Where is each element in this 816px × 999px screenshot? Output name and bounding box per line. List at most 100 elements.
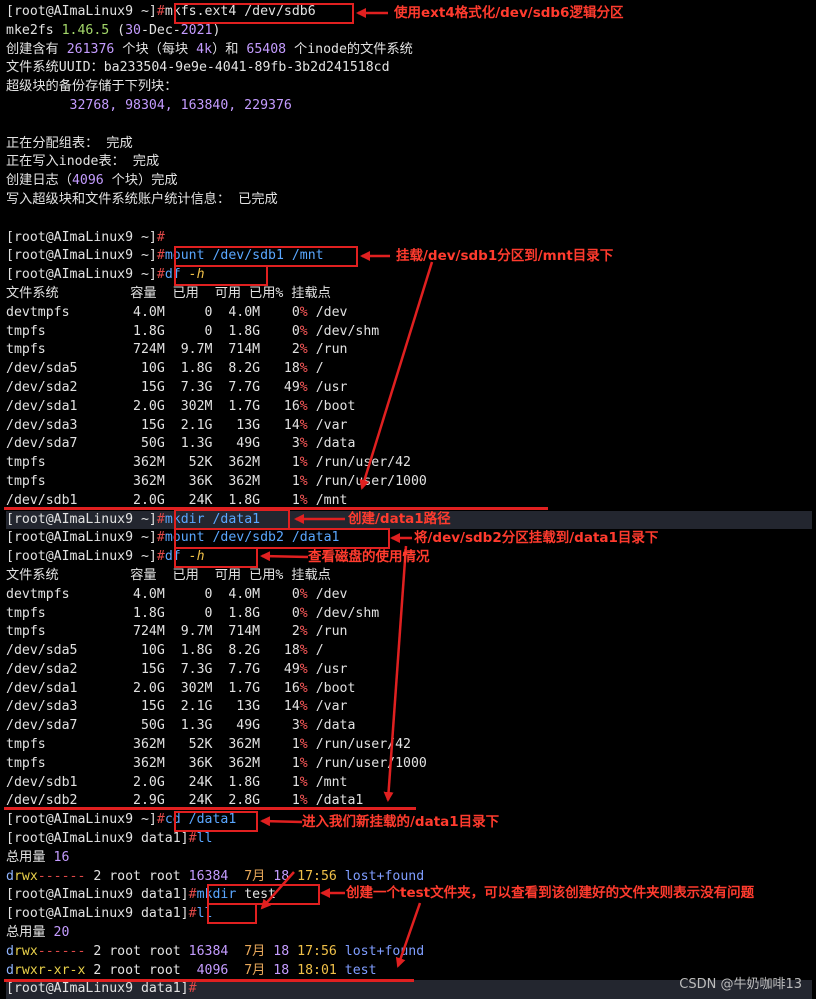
prompt-hash: # <box>188 887 197 903</box>
df-filesystem: tmpfs <box>6 455 134 471</box>
df-mountpoint: /dev/shm <box>315 323 380 339</box>
df-avail: 1.8G <box>212 492 261 508</box>
df-used: 1.8G <box>164 361 213 377</box>
percent-sign: % <box>299 304 308 320</box>
annotation-mkdir-test: 创建一个test文件夹，可以查看到该创建好的文件夹则表示没有问题 <box>346 885 755 901</box>
shell-prompt: [root@AImaLinux9 ~] <box>6 248 157 264</box>
percent-sign: % <box>299 586 308 602</box>
df-avail: 4.0M <box>212 586 261 602</box>
text-segment: 65408 <box>246 41 287 57</box>
terminal-output[interactable]: [root@AImaLinux9 ~]#mkfs.ext4 /dev/sdb6 m… <box>6 3 812 999</box>
percent-sign: % <box>299 455 308 471</box>
df-filesystem: /dev/sda3 <box>6 699 134 715</box>
prompt-line: [root@AImaLinux9 data1]#ll <box>6 905 812 924</box>
shell-prompt: [root@AImaLinux9 ~] <box>6 4 157 19</box>
df-filesystem: /dev/sda5 <box>6 361 134 377</box>
perm-type: d <box>6 868 14 884</box>
perm-type: d <box>6 962 14 978</box>
text-segment: 20 <box>53 925 70 941</box>
df-used: 0 <box>164 304 213 320</box>
percent-sign: % <box>299 661 308 677</box>
df-use-percent: 0 <box>260 586 300 602</box>
text-segment: 总用量 <box>6 925 54 941</box>
percent-sign: % <box>299 718 308 734</box>
df-mountpoint: /usr <box>315 379 348 395</box>
df-filesystem: /dev/sda2 <box>6 661 134 677</box>
prompt-hash: # <box>156 530 165 546</box>
text-segment: -Dec- <box>141 22 181 38</box>
text-segment: 总用量 <box>6 849 54 865</box>
df-row: tmpfs 362M 52K 362M 1% /run/user/42 <box>6 454 812 473</box>
file-size: 16384 <box>188 943 229 959</box>
df-row: /dev/sda7 50G 1.3G 49G 3% /data <box>6 717 812 736</box>
df-used: 0 <box>164 605 213 621</box>
percent-sign: % <box>299 737 308 753</box>
df-used: 24K <box>164 492 213 508</box>
df-size: 724M <box>133 624 165 640</box>
underline-df1-end <box>4 507 548 510</box>
shell-prompt: [root@AImaLinux9 ~] <box>6 511 157 527</box>
df-used: 36K <box>164 473 213 489</box>
df-row: tmpfs 362M 36K 362M 1% /run/user/1000 <box>6 755 812 774</box>
df-size: 2.0G <box>133 774 165 790</box>
file-month: 7月 <box>228 962 266 978</box>
df-used: 0 <box>164 586 213 602</box>
df-used: 36K <box>164 755 213 771</box>
df-size: 2.0G <box>133 398 165 414</box>
df-used: 9.7M <box>164 342 213 358</box>
df-row: tmpfs 1.8G 0 1.8G 0% /dev/shm <box>6 605 812 624</box>
text-segment: 4096 <box>71 173 104 189</box>
prompt-hash: # <box>156 267 165 283</box>
df-row: devtmpfs 4.0M 0 4.0M 0% /dev <box>6 586 812 605</box>
percent-sign: % <box>299 624 308 640</box>
df-used: 2.1G <box>164 699 213 715</box>
text-segment: 创建含有 <box>6 41 67 57</box>
command-text: ll <box>196 831 213 847</box>
df-used: 302M <box>164 680 213 696</box>
df-avail: 4.0M <box>212 304 261 320</box>
percent-sign: % <box>299 605 308 621</box>
df-mountpoint: / <box>315 643 324 659</box>
df-mountpoint: /run <box>315 624 348 640</box>
df-use-percent: 1 <box>260 473 300 489</box>
df-used: 1.3G <box>164 718 213 734</box>
df-mountpoint: /dev <box>315 304 348 320</box>
command-text: mkfs.ext4 /dev/sdb6 <box>164 4 316 19</box>
percent-sign: % <box>299 379 308 395</box>
df-size: 50G <box>133 436 165 452</box>
df-used: 7.3G <box>164 661 213 677</box>
df-size: 15G <box>133 379 165 395</box>
df-header-text: 文件系统 容量 已用 可用 已用% 挂载点 <box>6 285 331 301</box>
df-size: 2.0G <box>133 680 165 696</box>
df-filesystem: tmpfs <box>6 605 134 621</box>
percent-sign: % <box>299 342 308 358</box>
prompt-line: [root@AImaLinux9 ~]#df -h <box>6 266 812 285</box>
shell-prompt: [root@AImaLinux9 data1] <box>6 906 189 922</box>
df-size: 15G <box>133 661 165 677</box>
prompt-hash: # <box>188 981 197 997</box>
df-filesystem: /dev/sda7 <box>6 436 134 452</box>
shell-prompt: [root@AImaLinux9 ~] <box>6 549 157 565</box>
df-row: /dev/sda5 10G 1.8G 8.2G 18% / <box>6 360 812 379</box>
owner-info: 2 root root <box>85 943 189 959</box>
percent-sign: % <box>299 436 308 452</box>
prompt-hash: # <box>156 229 165 245</box>
df-row: /dev/sda2 15G 7.3G 7.7G 49% /usr <box>6 661 812 680</box>
df-mountpoint: /usr <box>315 661 348 677</box>
df-row: tmpfs 362M 36K 362M 1% /run/user/1000 <box>6 473 812 492</box>
df-filesystem: /dev/sda1 <box>6 398 134 414</box>
text-segment: 创建日志（ <box>6 173 72 189</box>
df-use-percent: 18 <box>260 643 300 659</box>
df-row: /dev/sda5 10G 1.8G 8.2G 18% / <box>6 642 812 661</box>
annotation-mkdir: 创建/data1路径 <box>348 511 451 527</box>
prompt-hash: # <box>156 248 165 264</box>
df-header: 文件系统 容量 已用 可用 已用% 挂载点 <box>6 285 812 304</box>
